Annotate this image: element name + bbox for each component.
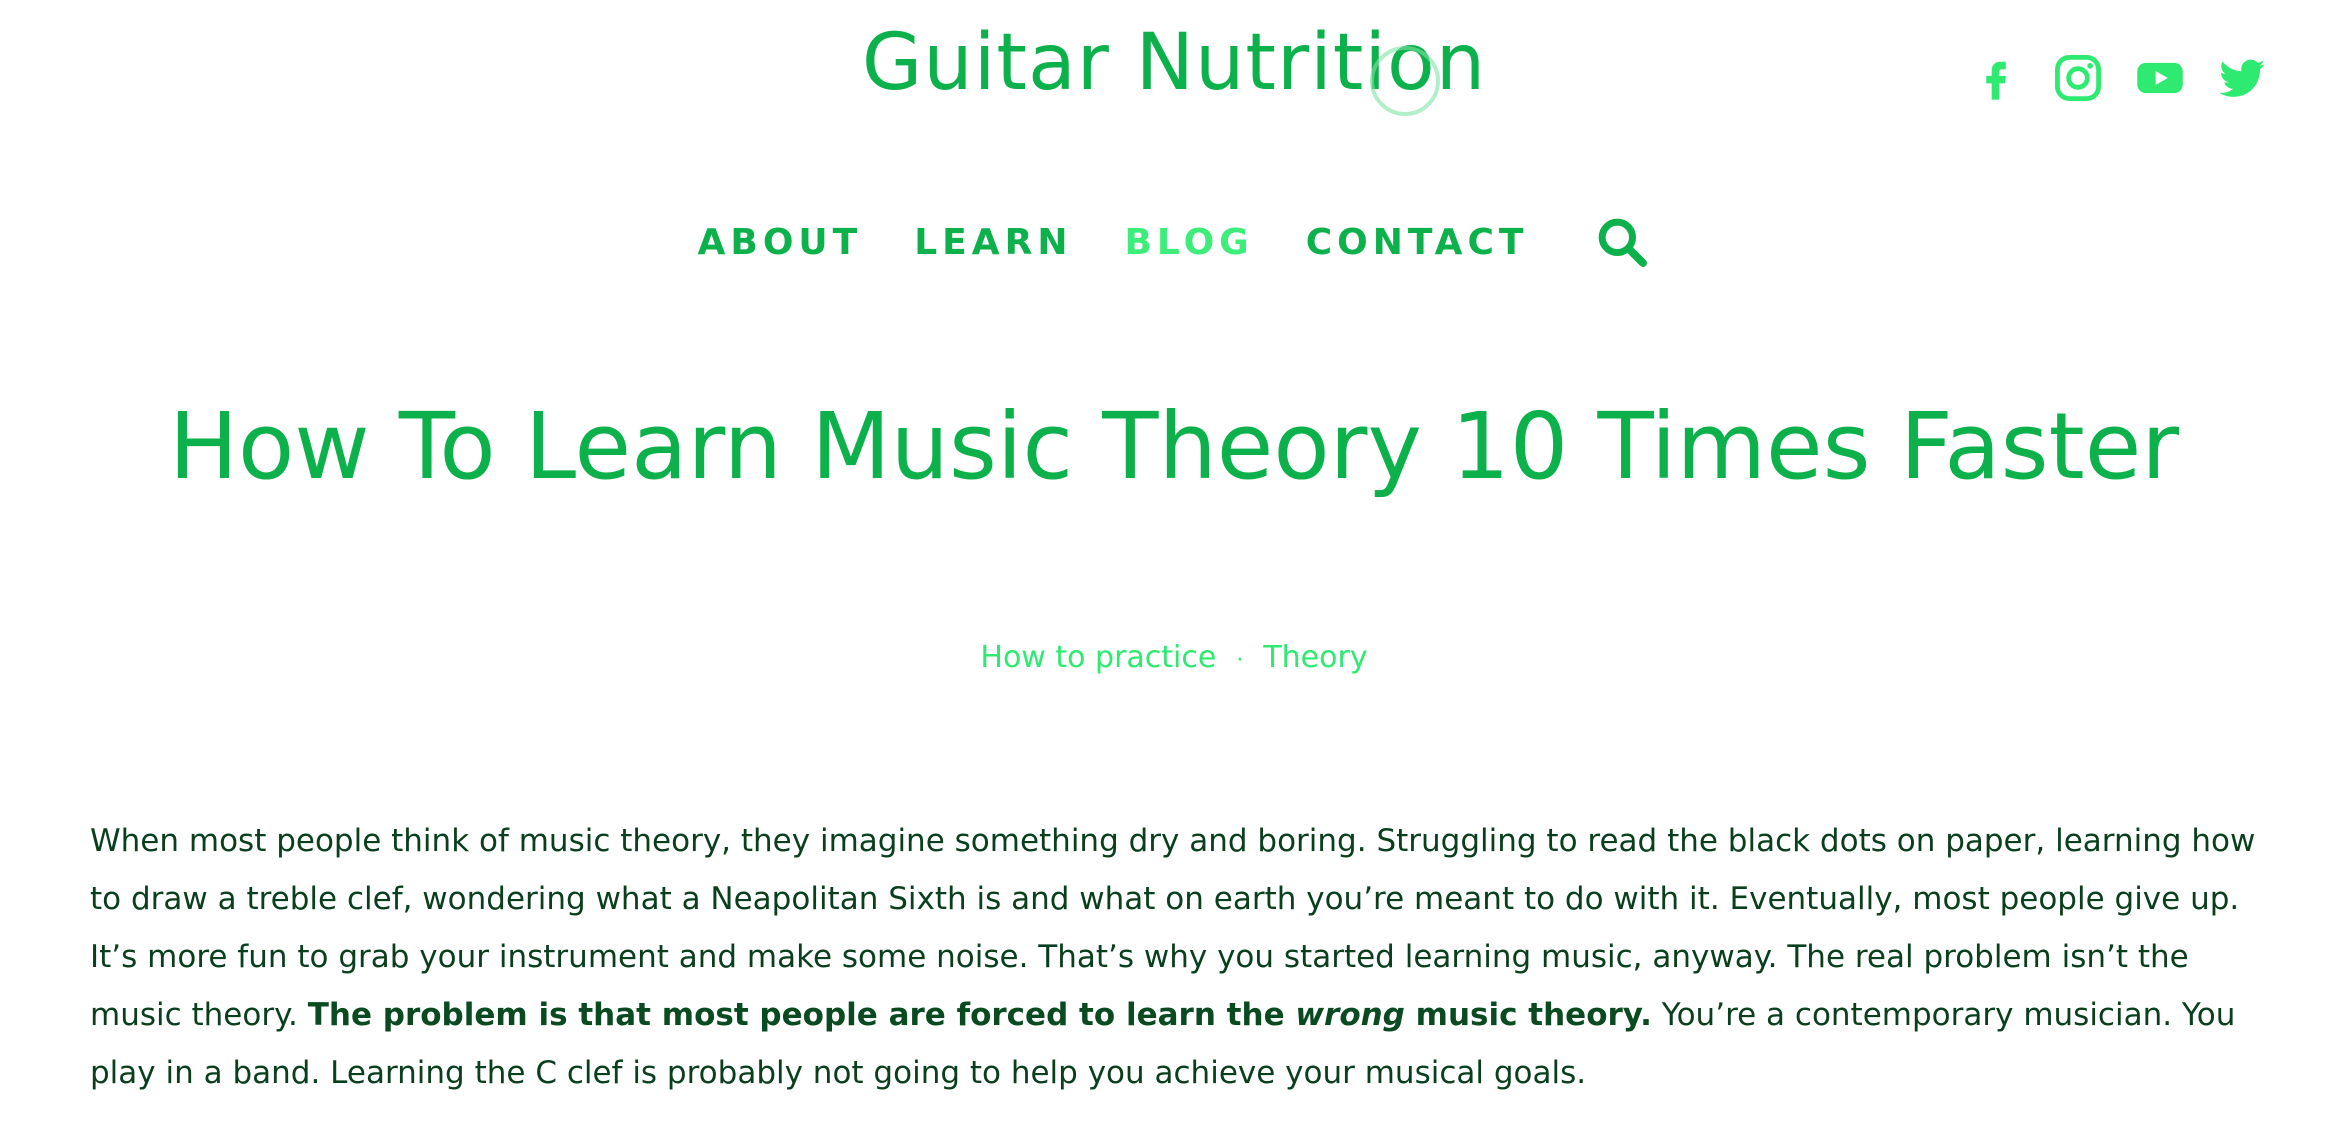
nav-item-contact[interactable]: CONTACT — [1306, 222, 1529, 263]
article-body-paragraph: When most people think of music theory, … — [90, 812, 2266, 1102]
category-link-theory[interactable]: Theory — [1263, 640, 1367, 675]
paragraph-bold-part: The problem is that most people are forc… — [307, 997, 1296, 1033]
paragraph-bold-text: The problem is that most people are forc… — [308, 997, 1652, 1033]
main-nav: ABOUT LEARN BLOG CONTACT — [0, 214, 2348, 270]
youtube-icon[interactable] — [2134, 52, 2186, 104]
nav-item-about[interactable]: ABOUT — [698, 222, 863, 263]
category-separator: · — [1236, 648, 1244, 673]
instagram-icon[interactable] — [2052, 52, 2104, 104]
paragraph-bold-part: music theory. — [1404, 997, 1652, 1033]
logo-ring-decoration — [1370, 46, 1441, 116]
search-icon[interactable] — [1594, 214, 1650, 270]
article-categories: How to practice · Theory — [0, 640, 2348, 675]
social-links — [1970, 52, 2268, 104]
twitter-icon[interactable] — [2216, 52, 2268, 104]
nav-item-learn[interactable]: LEARN — [914, 222, 1072, 263]
nav-item-blog[interactable]: BLOG — [1124, 222, 1253, 263]
facebook-icon[interactable] — [1970, 52, 2022, 104]
site-header: Guitar Nutrition — [0, 0, 2348, 140]
paragraph-bold-italic: wrong — [1295, 997, 1405, 1033]
category-link-how-to-practice[interactable]: How to practice — [980, 640, 1216, 675]
article-title: How To Learn Music Theory 10 Times Faste… — [168, 393, 2180, 500]
